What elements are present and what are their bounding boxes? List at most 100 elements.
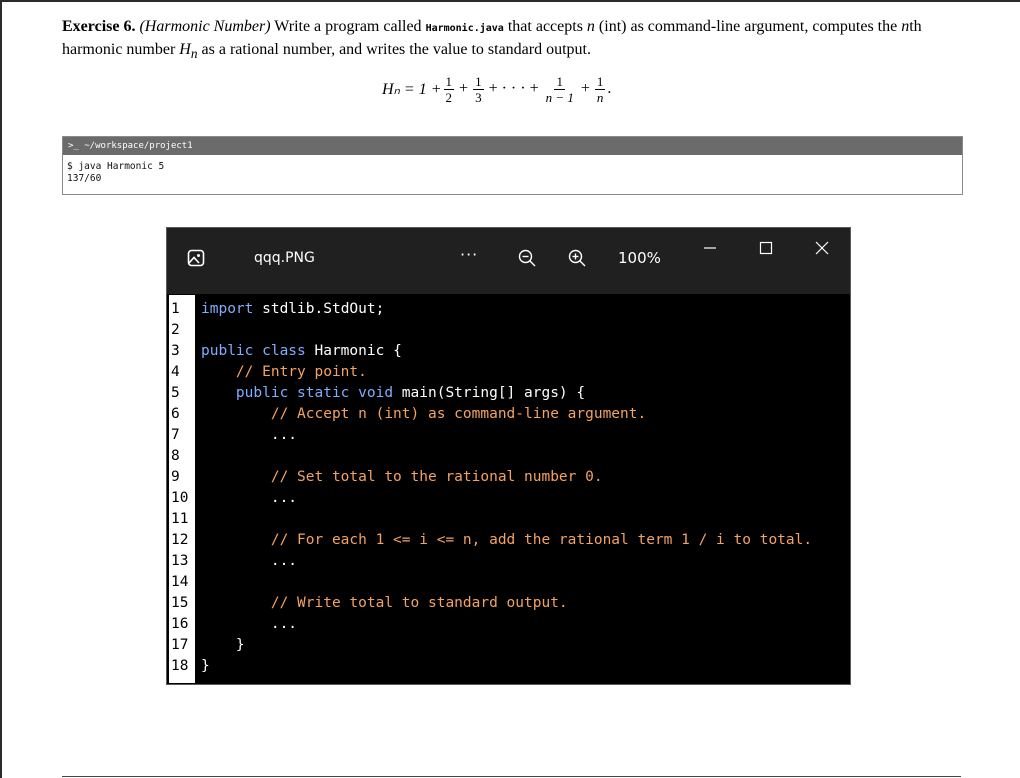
code-keyword: public class [201,343,306,359]
formula-term-n1-num: 1 [554,73,565,90]
minimize-icon[interactable] [703,241,717,255]
code-text: } [201,658,210,674]
code-comment: // Entry point. [235,364,367,380]
formula-term-n-num: 1 [594,73,606,90]
exercise-label: Exercise 6. [62,18,136,35]
line-number: 18 [171,656,195,677]
formula-term-2: 1 2 [443,73,455,105]
code-text: stdlib.StdOut; [253,301,385,317]
code-line: } [201,656,210,677]
exercise-text-3: (int) as command-line argument, computes… [594,18,902,35]
code-comment: // Write total to standard output. [270,595,568,611]
formula-term-2-num: 1 [443,73,455,90]
line-number: 6 [171,404,195,425]
line-number: 15 [171,593,195,614]
code-image: 1 2 3 4 5 6 7 8 9 10 11 12 13 14 15 16 17 18 import stdlib… [169,295,849,683]
code-line: // Write total to standard output. [201,593,568,614]
code-keyword: import [201,301,254,317]
page-border-left [0,0,2,778]
code-line: ... [201,488,297,509]
formula-term-n1-den: n − 1 [545,89,574,105]
code-line: // For each 1 <= i <= n, add the rationa… [201,530,812,551]
terminal-path: ~/workspace/project1 [84,141,193,151]
code-comment: // For each 1 <= i <= n, add the rationa… [270,532,813,548]
code-text: } [235,637,245,653]
code-line: public class Harmonic { [201,341,402,362]
line-number: 5 [171,383,195,404]
more-options-button[interactable]: ··· [460,245,478,264]
formula-plus-2: + [580,80,590,97]
page-border-top [0,0,1020,2]
viewer-filename: qqq.PNG [254,250,315,266]
formula-term-3-den: 3 [475,89,482,105]
formula-term-3-num: 1 [473,73,484,90]
line-number: 13 [171,551,195,572]
terminal-prompt-icon: >_ [68,141,79,151]
code-line: public static void main(String[] args) { [201,383,585,404]
zoom-out-icon[interactable] [517,248,537,268]
code-line: ... [201,551,297,572]
formula-term-3: 1 3 [473,74,484,105]
code-line: // Entry point. [201,362,367,383]
code-line: ... [201,425,297,446]
exercise-title: (Harmonic Number) [139,18,271,35]
formula-end: . [607,80,612,97]
code-line: // Accept n (int) as command-line argume… [201,404,646,425]
terminal-output: 137/60 [67,173,102,184]
line-number: 8 [171,446,195,467]
terminal-panel: >_ ~/workspace/project1 $ java Harmonic … [62,136,963,195]
line-number: 1 [171,299,195,320]
formula-term-n: 1 n [594,73,606,105]
code-line: } [201,635,245,656]
code-text: main(String[] args) { [393,385,586,401]
viewer-titlebar[interactable]: qqq.PNG ··· 100% [167,228,850,294]
close-icon[interactable] [815,241,829,255]
code-text: ... [270,490,298,506]
terminal-header: >_ ~/workspace/project1 [63,137,962,155]
exercise-text-5: as a rational number, and writes the val… [197,41,591,58]
formula-plus: + [459,80,469,97]
formula-term-n1: 1 n − 1 [544,74,576,105]
code-comment: // Accept n (int) as command-line argume… [270,406,647,422]
line-number: 11 [171,509,195,530]
exercise-text: Exercise 6. (Harmonic Number) Write a pr… [62,16,967,64]
formula-term-2-den: 2 [445,89,453,105]
code-line: import stdlib.StdOut; [201,299,384,320]
line-number: 9 [171,467,195,488]
terminal-body: $ java Harmonic 5 137/60 [63,155,962,185]
code-keyword: public static void [235,385,394,401]
code-line: ... [201,614,297,635]
harmonic-formula: Hₙ = 1 + 1 2 + 1 3 + · · · + 1 n − 1 + 1… [382,68,611,110]
line-number: 4 [171,362,195,383]
maximize-icon[interactable] [759,241,773,255]
code-text: ... [270,616,298,632]
photos-app-icon [187,249,205,267]
code-text: ... [270,553,298,569]
formula-term-n-den: n [596,89,604,105]
bottom-rule [62,776,961,777]
exercise-text-1: Write a program called [270,18,426,35]
line-number: 12 [171,530,195,551]
exercise-var-n: n [586,18,595,35]
zoom-in-icon[interactable] [567,248,587,268]
zoom-level: 100% [618,249,661,267]
exercise-text-2: that accepts [503,18,587,35]
formula-lhs: Hₙ = 1 + [382,81,442,98]
line-number: 10 [171,488,195,509]
line-number: 16 [171,614,195,635]
code-text: Harmonic { [305,343,402,359]
image-viewer-window: qqq.PNG ··· 100% 1 2 3 4 5 6 7 8 9 10 11 12 13 14 15 16… [166,227,851,685]
code-line: // Set total to the rational number 0. [201,467,603,488]
line-number: 3 [171,341,195,362]
terminal-command: $ java Harmonic 5 [67,161,165,172]
exercise-var-hn: H [179,41,191,58]
line-number: 2 [171,320,195,341]
line-number: 7 [171,425,195,446]
code-text: ... [270,427,298,443]
exercise-filename: Harmonic.java [425,23,504,34]
formula-middle: + · · · + [488,80,539,97]
exercise-var-hn-sub: n [190,46,198,62]
code-comment: // Set total to the rational number 0. [270,469,603,485]
line-number: 14 [171,572,195,593]
line-number: 17 [171,635,195,656]
